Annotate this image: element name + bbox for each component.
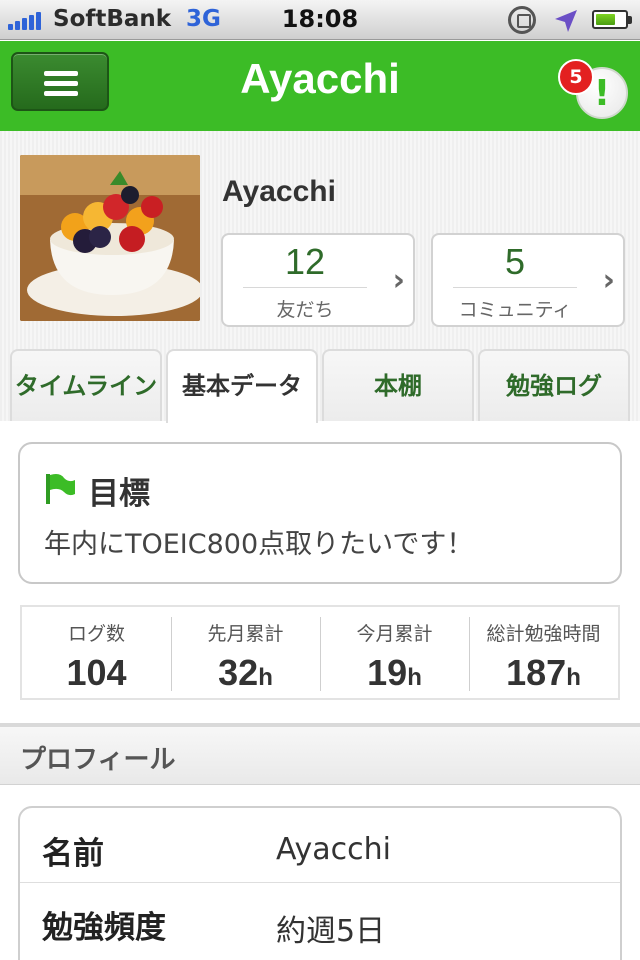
clock: 18:08 <box>281 5 359 33</box>
stat-unit: h <box>566 664 581 691</box>
stat-this-month: 今月累計 19h <box>320 607 469 698</box>
green-flag-icon <box>46 474 75 504</box>
communities-count: 5 <box>504 241 526 282</box>
stat-unit: h <box>407 664 422 691</box>
stat-last-month: 先月累計 32h <box>171 607 320 698</box>
stat-value: 19 <box>367 652 408 693</box>
stat-total: 総計勉強時間 187h <box>469 607 618 698</box>
goal-title: 目標 <box>88 476 150 512</box>
profile-key: 勉強頻度 <box>42 910 166 946</box>
profile-value: Ayacchi <box>276 832 391 867</box>
battery-level <box>596 14 616 25</box>
friends-button[interactable]: 12 友だち › <box>221 233 415 327</box>
stat-value: 32 <box>218 652 259 693</box>
stat-value: 104 <box>66 652 127 693</box>
rotation-lock-icon <box>508 6 536 34</box>
section-title: プロフィール <box>20 745 176 775</box>
stat-label: 今月累計 <box>356 623 433 645</box>
goal-text: 年内にTOEIC800点取りたいです！ <box>44 529 474 560</box>
profile-details-card: 名前 Ayacchi 勉強頻度 約週5日 <box>18 806 622 960</box>
tab-basic-data[interactable]: 基本データ <box>166 349 318 423</box>
profile-row-frequency: 勉強頻度 約週5日 <box>20 882 620 956</box>
profile-key: 名前 <box>42 836 104 872</box>
stat-unit: h <box>258 664 273 691</box>
stat-log-count: ログ数 104 <box>22 607 171 698</box>
tab-timeline[interactable]: タイムライン <box>10 349 162 421</box>
chevron-right-icon: › <box>392 263 405 298</box>
battery-icon <box>592 10 632 29</box>
avatar[interactable] <box>20 155 200 321</box>
friends-count: 12 <box>284 241 326 282</box>
tab-study-log[interactable]: 勉強ログ <box>478 349 630 421</box>
profile-name: Ayacchi <box>222 175 336 208</box>
tab-bookshelf[interactable]: 本棚 <box>322 349 474 421</box>
notification-badge: 5 <box>558 59 594 95</box>
profile-value: 約週5日 <box>276 914 386 949</box>
study-stats: ログ数 104 先月累計 32h 今月累計 19h 総計勉強時間 187h <box>20 605 620 700</box>
chevron-right-icon: › <box>602 263 615 298</box>
stat-label: ログ数 <box>67 623 125 645</box>
communities-label: コミュニティ <box>458 299 572 321</box>
section-header: プロフィール <box>0 727 640 785</box>
profile-row-name: 名前 Ayacchi <box>20 808 620 882</box>
location-arrow-icon <box>555 10 577 32</box>
stat-value: 187 <box>506 652 567 693</box>
profile-header: Ayacchi 12 友だち › 5 コミュニティ › タイムライン 基本データ… <box>0 131 640 423</box>
app-header: Ayacchi ! 5 <box>0 41 640 131</box>
friends-label: 友だち <box>276 299 334 321</box>
page-title: Ayacchi <box>240 55 400 102</box>
stat-label: 総計勉強時間 <box>486 623 601 645</box>
fruit-parfait-photo <box>20 155 200 321</box>
stat-label: 先月累計 <box>207 623 284 645</box>
goal-card: 目標 年内にTOEIC800点取りたいです！ <box>18 442 622 584</box>
status-bar: SoftBank 3G 18:08 <box>0 0 640 40</box>
communities-button[interactable]: 5 コミュニティ › <box>431 233 625 327</box>
